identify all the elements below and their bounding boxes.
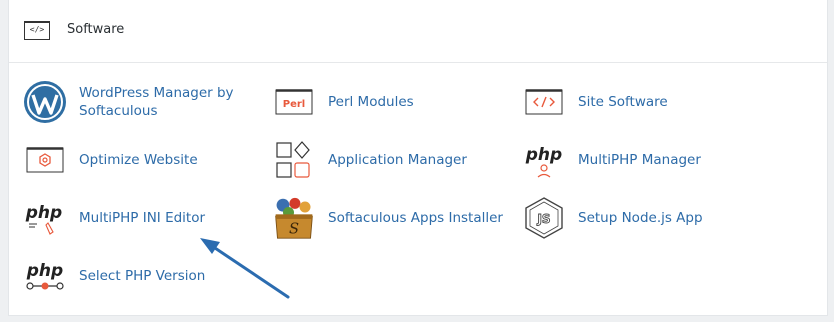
code-window-icon: </> [24, 21, 50, 40]
softaculous-apps-installer-link[interactable]: S Softaculous Apps Installer [272, 196, 503, 240]
section-title: Software [67, 22, 125, 37]
php-manager-icon: php [522, 138, 566, 182]
optimize-website-link[interactable]: Optimize Website [23, 138, 198, 182]
wordpress-icon [23, 80, 67, 124]
php-version-badge-text: php [26, 261, 63, 281]
select-php-version-label: Select PHP Version [79, 268, 206, 284]
setup-nodejs-app-link[interactable]: JS Setup Node.js App [522, 196, 703, 240]
section-header[interactable]: </> Software [9, 0, 827, 63]
site-software-link[interactable]: Site Software [522, 80, 668, 124]
softaculous-box-icon: S [272, 196, 316, 240]
application-manager-link[interactable]: Application Manager [272, 138, 467, 182]
php-ini-badge-text: php [25, 203, 62, 223]
application-manager-label: Application Manager [328, 152, 467, 168]
setup-nodejs-app-label: Setup Node.js App [578, 210, 703, 226]
perl-badge-text: Perl [283, 99, 305, 110]
php-ini-icon: php [23, 196, 67, 240]
optimize-website-label: Optimize Website [79, 152, 198, 168]
multiphp-manager-link[interactable]: php MultiPHP Manager [522, 138, 701, 182]
perl-modules-link[interactable]: Perl Perl Modules [272, 80, 414, 124]
php-version-icon: php [23, 254, 67, 298]
wordpress-manager-label: WordPress Manager by Softaculous [79, 85, 234, 119]
perl-modules-label: Perl Modules [328, 94, 414, 110]
software-panel: </> Software WordPress Manager by Softac… [8, 0, 828, 316]
php-manager-badge-text: php [525, 145, 562, 165]
multiphp-ini-editor-label: MultiPHP INI Editor [79, 210, 206, 226]
svg-text:S: S [289, 221, 299, 238]
gear-window-icon [23, 138, 67, 182]
site-software-label: Site Software [578, 94, 668, 110]
wordpress-manager-link[interactable]: WordPress Manager by Softaculous [23, 80, 249, 124]
multiphp-ini-editor-link[interactable]: php MultiPHP INI Editor [23, 196, 205, 240]
nodejs-icon: JS [522, 196, 566, 240]
shapes-icon [272, 138, 316, 182]
code-window-icon [522, 80, 566, 124]
perl-icon: Perl [272, 80, 316, 124]
multiphp-manager-label: MultiPHP Manager [578, 152, 701, 168]
svg-text:JS: JS [536, 212, 550, 226]
select-php-version-link[interactable]: php Select PHP Version [23, 254, 205, 298]
softaculous-apps-installer-label: Softaculous Apps Installer [328, 210, 503, 226]
